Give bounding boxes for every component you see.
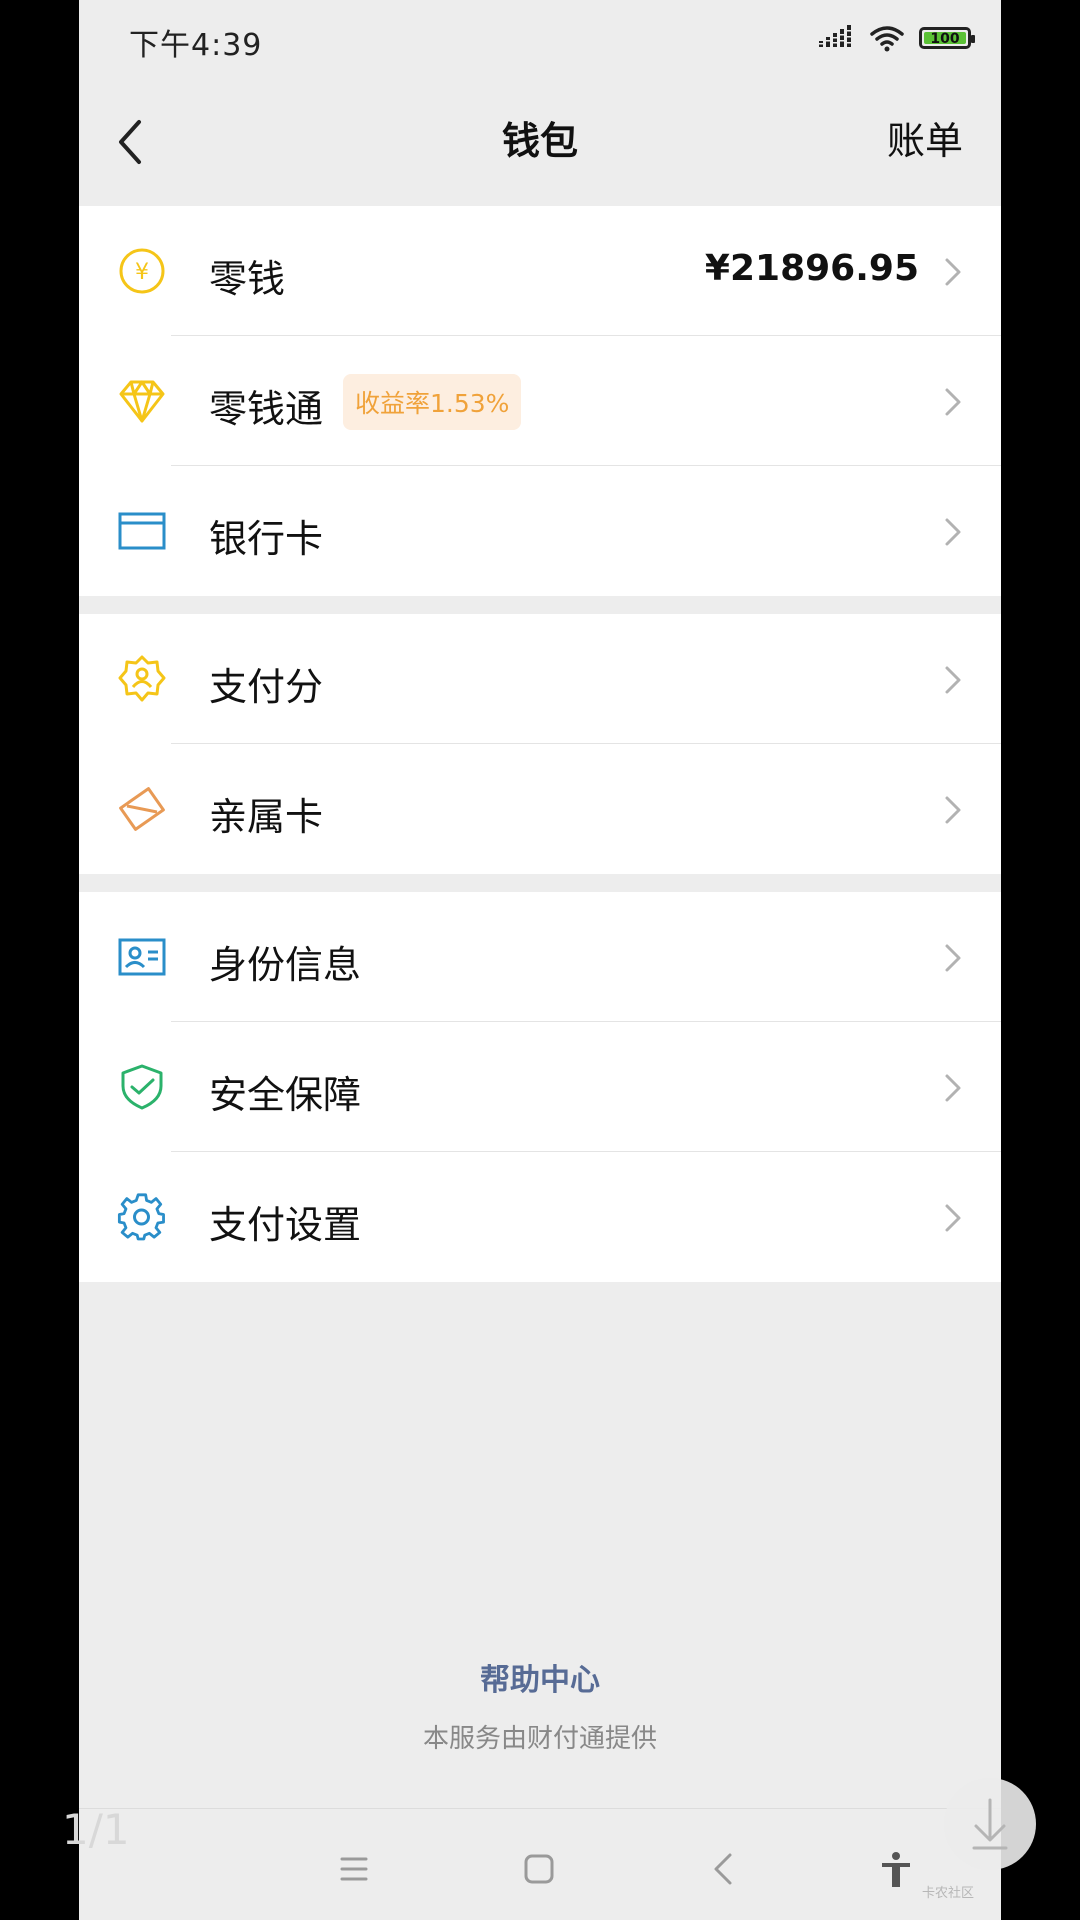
status-time: 下午4:39 (129, 28, 263, 63)
wallet-screen: 下午4:39 100 钱包 账单 ¥ 零钱 ¥21896.95 零钱通 收益率1… (79, 0, 1001, 1920)
wallet-group-2: 支付分 亲属卡 (79, 614, 1001, 874)
nav-bar: 钱包 账单 (79, 80, 1001, 205)
chevron-right-icon (945, 666, 961, 694)
chevron-right-icon (945, 944, 961, 972)
battery-icon: 100 (919, 27, 975, 49)
row-label: 零钱通 (209, 387, 324, 431)
security-row[interactable]: 安全保障 (79, 1022, 1001, 1152)
chevron-right-icon (945, 518, 961, 546)
chevron-right-icon (945, 388, 961, 416)
bill-button[interactable]: 账单 (887, 110, 963, 165)
provider-note: 本服务由财付通提供 (422, 1724, 657, 1754)
yuan-coin-icon: ¥ (119, 248, 165, 294)
watermark: 卡农社区 (922, 1886, 975, 1901)
diamond-icon (119, 380, 165, 423)
home-icon[interactable] (519, 1849, 559, 1889)
signal-icon (819, 25, 851, 47)
badge-icon (118, 655, 166, 702)
row-label: 支付设置 (209, 1203, 362, 1247)
family-card-icon (119, 787, 165, 831)
chevron-right-icon (945, 1204, 961, 1232)
row-label: 亲属卡 (209, 795, 324, 839)
shield-icon (121, 1064, 163, 1110)
row-label: 安全保障 (209, 1073, 362, 1117)
status-bar: 下午4:39 100 (79, 0, 1001, 80)
download-icon (972, 1798, 1008, 1850)
system-back-icon[interactable] (704, 1849, 744, 1889)
status-icons: 100 (819, 24, 975, 52)
yield-badge: 收益率1.53% (343, 374, 522, 430)
chevron-right-icon (945, 1074, 961, 1102)
row-label: 身份信息 (209, 943, 362, 987)
pay-score-row[interactable]: 支付分 (79, 614, 1001, 744)
balance-value: ¥21896.95 (704, 248, 919, 289)
id-card-icon (118, 938, 166, 976)
system-nav-bar (79, 1808, 1001, 1920)
help-center-link[interactable]: 帮助中心 (79, 1655, 1001, 1699)
bank-card-row[interactable]: 银行卡 (79, 466, 1001, 596)
payment-settings-row[interactable]: 支付设置 (79, 1152, 1001, 1282)
accessibility-icon[interactable] (876, 1849, 916, 1889)
bank-card-icon (118, 512, 166, 550)
menu-icon[interactable] (334, 1849, 374, 1889)
identity-row[interactable]: 身份信息 (79, 892, 1001, 1022)
licaitong-row[interactable]: 零钱通 收益率1.53% (79, 336, 1001, 466)
page-title: 钱包 (501, 119, 578, 163)
row-label: 零钱 (209, 257, 286, 301)
wifi-icon (870, 26, 904, 52)
row-label: 支付分 (209, 665, 324, 709)
chevron-right-icon (945, 796, 961, 824)
row-label: 银行卡 (209, 517, 324, 561)
wallet-group-3: 身份信息 安全保障 支付设置 (79, 892, 1001, 1282)
svg-text:¥: ¥ (135, 260, 149, 285)
gear-icon (117, 1193, 165, 1241)
page-indicator: 1/1 (62, 1805, 130, 1854)
family-card-row[interactable]: 亲属卡 (79, 744, 1001, 874)
change-row[interactable]: ¥ 零钱 ¥21896.95 (79, 206, 1001, 336)
chevron-right-icon (945, 258, 961, 286)
battery-level: 100 (924, 32, 966, 46)
wallet-group-1: ¥ 零钱 ¥21896.95 零钱通 收益率1.53% 银行卡 (79, 206, 1001, 596)
download-button[interactable] (944, 1778, 1036, 1870)
